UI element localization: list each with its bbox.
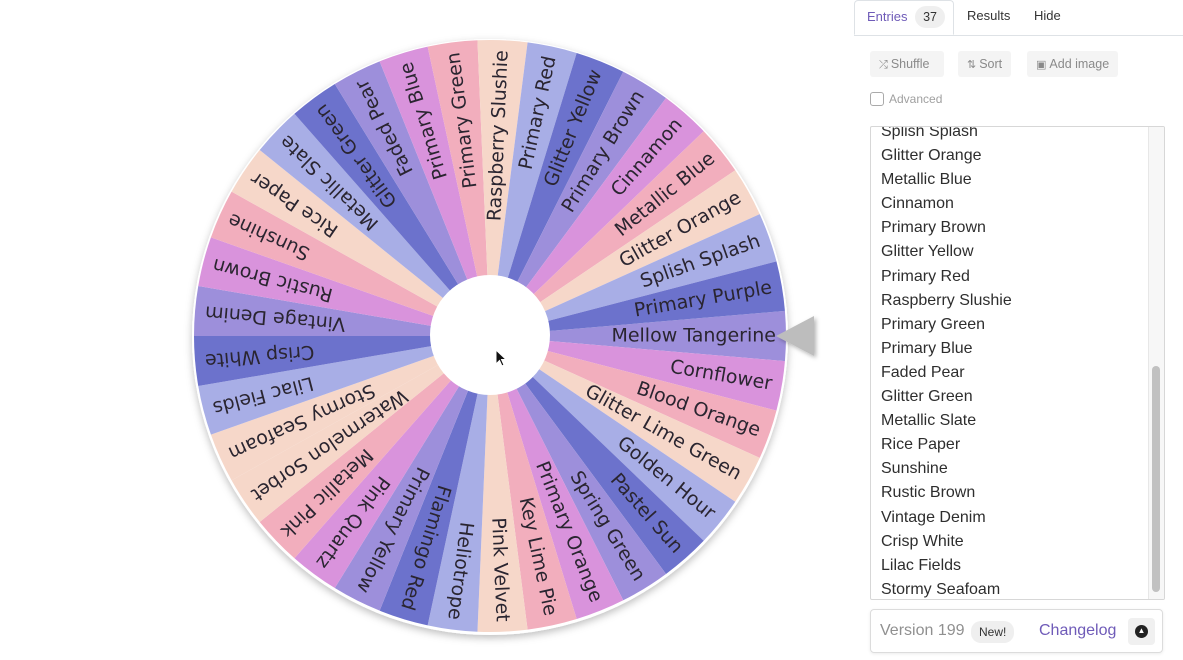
- entry-item[interactable]: Cinnamon: [881, 192, 1141, 216]
- entry-item[interactable]: Metallic Slate: [881, 409, 1141, 433]
- entry-item[interactable]: Primary Brown: [881, 216, 1141, 240]
- sort-button[interactable]: ⇅ Sort: [958, 51, 1012, 77]
- entries-count-badge: 37: [915, 6, 945, 28]
- sort-label: Sort: [979, 57, 1003, 71]
- wheel-segment-label: Mellow Tangerine: [611, 325, 776, 347]
- add-image-label: Add image: [1049, 57, 1110, 71]
- advanced-toggle[interactable]: Advanced: [870, 92, 942, 106]
- wheel-area: Mellow Tangerine Cornflower Blood Orange Gl…: [0, 0, 855, 660]
- entry-item[interactable]: Rice Paper: [881, 433, 1141, 457]
- wheel-segment-label: Pink Velvet: [487, 517, 513, 622]
- entry-item[interactable]: Primary Blue: [881, 337, 1141, 361]
- entry-item[interactable]: Primary Red: [881, 265, 1141, 289]
- entry-item[interactable]: Primary Green: [881, 313, 1141, 337]
- entry-item[interactable]: Sunshine: [881, 457, 1141, 481]
- entry-item[interactable]: Raspberry Slushie: [881, 289, 1141, 313]
- entries-list: Splish Splash Glitter Orange Metallic Blue…: [881, 127, 1141, 599]
- new-badge: New!: [971, 621, 1015, 643]
- tab-entries-label: Entries: [867, 9, 908, 24]
- entry-item[interactable]: Splish Splash: [881, 127, 1141, 144]
- shuffle-label: Shuffle: [890, 57, 930, 71]
- tab-results[interactable]: Results: [967, 0, 1010, 34]
- version-footer: Version 199 New! Changelog ▲: [870, 609, 1163, 653]
- entry-item[interactable]: Vintage Denim: [881, 506, 1141, 530]
- entries-textarea[interactable]: Splish Splash Glitter Orange Metallic Blue…: [870, 126, 1165, 600]
- entry-item[interactable]: Glitter Yellow: [881, 240, 1141, 264]
- shuffle-icon: ⤮: [879, 59, 888, 71]
- shuffle-button[interactable]: ⤮ Shuffle: [870, 51, 944, 77]
- tab-hide[interactable]: Hide: [1034, 0, 1061, 34]
- entry-item[interactable]: Crisp White: [881, 530, 1141, 554]
- sort-icon: ⇅: [967, 59, 977, 71]
- entries-scrollbar[interactable]: [1148, 127, 1164, 599]
- advanced-checkbox[interactable]: [870, 92, 884, 106]
- tab-entries[interactable]: Entries 37: [854, 0, 954, 35]
- entry-item[interactable]: Stormy Seafoam: [881, 578, 1141, 599]
- side-panel: Entries 37 Results Hide ⤮ Shuffle ⇅ Sort ▣…: [854, 0, 1183, 660]
- tab-bar: Entries 37 Results Hide: [854, 0, 1183, 36]
- version-label: Version 199: [880, 622, 965, 639]
- wheel-center-hub[interactable]: [430, 275, 550, 395]
- entries-scrollbar-thumb[interactable]: [1152, 366, 1160, 592]
- add-image-button[interactable]: ▣ Add image: [1027, 51, 1119, 77]
- entry-item[interactable]: Lilac Fields: [881, 554, 1141, 578]
- changelog-link[interactable]: Changelog: [1039, 622, 1116, 640]
- entry-item[interactable]: Glitter Orange: [881, 144, 1141, 168]
- entry-item[interactable]: Glitter Green: [881, 385, 1141, 409]
- image-icon: ▣: [1036, 59, 1047, 71]
- collapse-footer-button[interactable]: ▲: [1128, 618, 1155, 645]
- wheel[interactable]: Mellow TangerineCornflowerBlood OrangeGl…: [0, 0, 855, 660]
- entry-item[interactable]: Rustic Brown: [881, 481, 1141, 505]
- mouse-cursor-icon: [495, 349, 508, 367]
- advanced-label: Advanced: [889, 92, 943, 106]
- entry-item[interactable]: Metallic Blue: [881, 168, 1141, 192]
- entry-item[interactable]: Faded Pear: [881, 361, 1141, 385]
- chevron-up-icon: ▲: [1135, 625, 1148, 638]
